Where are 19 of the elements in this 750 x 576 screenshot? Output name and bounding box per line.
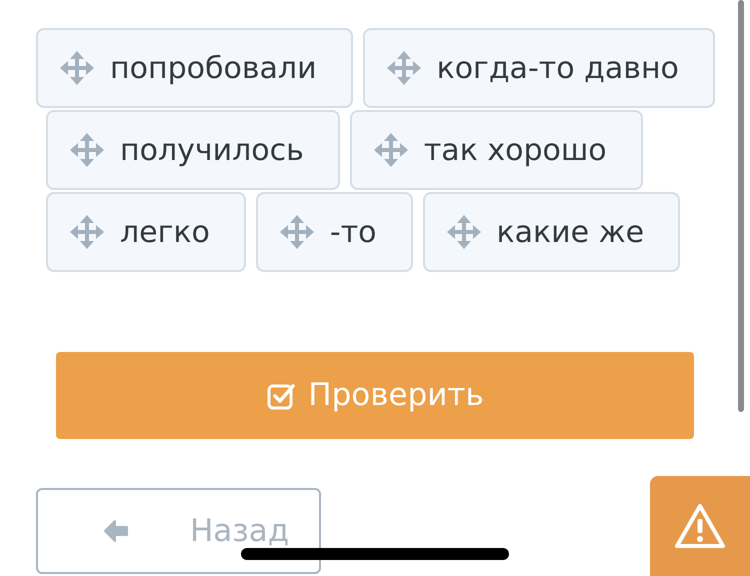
move-icon <box>70 215 104 249</box>
home-indicator[interactable] <box>241 548 509 560</box>
word-chip[interactable]: какие же <box>422 192 680 272</box>
move-icon <box>386 51 421 85</box>
word-chip[interactable]: когда-то давно <box>362 28 715 108</box>
move-icon <box>280 215 314 249</box>
move-icon <box>374 133 408 167</box>
word-chip[interactable]: получилось <box>46 110 340 190</box>
word-chip[interactable]: так хорошо <box>350 110 643 190</box>
word-chip[interactable]: попробовали <box>36 28 353 108</box>
word-chip[interactable]: легко <box>46 192 246 272</box>
move-icon <box>60 51 94 85</box>
word-chip[interactable]: -то <box>256 192 413 272</box>
warning-icon <box>674 503 726 549</box>
move-icon <box>70 133 104 167</box>
report-button[interactable] <box>650 476 750 576</box>
arrow-left-icon <box>102 518 130 544</box>
move-icon <box>446 215 481 249</box>
scrollbar[interactable] <box>738 0 744 412</box>
